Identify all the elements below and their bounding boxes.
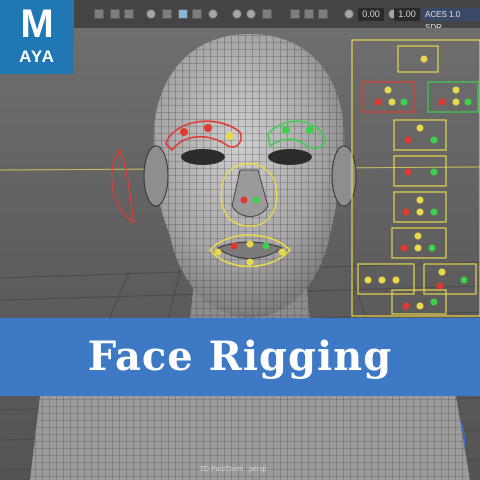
toolbar-icon[interactable] <box>318 9 328 19</box>
exposure-field[interactable]: 0.00 <box>358 8 384 21</box>
logo-word: AYA <box>19 47 55 66</box>
wireframe-icon[interactable] <box>178 9 188 19</box>
ao-icon[interactable] <box>246 9 256 19</box>
toolbar-icon[interactable] <box>290 9 300 19</box>
toolbar-icon[interactable] <box>110 9 120 19</box>
brow-joint <box>180 128 188 136</box>
toolbar-icon[interactable] <box>262 9 272 19</box>
cheek-control <box>110 148 135 224</box>
exposure-icon[interactable] <box>344 9 354 19</box>
grid-icon[interactable] <box>162 9 172 19</box>
mouth-joint <box>214 248 222 256</box>
banner-title: Face Rigging <box>87 333 393 380</box>
title-banner: Face Rigging <box>0 318 480 396</box>
mouth-joint <box>262 242 270 250</box>
control-board-joints <box>364 55 472 310</box>
toolbar-icon[interactable] <box>304 9 314 19</box>
brow-joint <box>282 126 290 134</box>
mouth-joint <box>246 240 254 248</box>
nose-joint <box>240 196 248 204</box>
viewport-hud: 2D Pan/Zoom : persp <box>200 466 267 473</box>
toolbar-icon[interactable] <box>94 9 104 19</box>
color-space-label[interactable]: ACES 1.0 SDR <box>422 8 480 32</box>
mouth-joint <box>230 242 238 250</box>
left-ear <box>143 145 169 207</box>
mouth-joint <box>246 258 254 266</box>
logo-letter: M <box>20 2 54 46</box>
toolbar-icon[interactable] <box>124 9 134 19</box>
3d-viewport[interactable]: 2D Pan/Zoom : persp <box>0 28 480 480</box>
light-icon[interactable] <box>208 9 218 19</box>
brow-joint <box>306 126 314 134</box>
right-eye <box>268 149 312 165</box>
shaded-icon[interactable] <box>192 9 202 19</box>
brow-joint <box>226 132 234 140</box>
control-board <box>351 39 480 317</box>
maya-logo: M AYA <box>0 0 74 74</box>
mouth-joint <box>278 248 286 256</box>
gamma-field[interactable]: 1.00 <box>394 8 420 21</box>
scene-svg <box>0 34 480 480</box>
nose-joint <box>252 196 260 204</box>
shadow-icon[interactable] <box>232 9 242 19</box>
left-eye <box>181 149 225 165</box>
brow-joint <box>204 124 212 132</box>
camera-icon[interactable] <box>146 9 156 19</box>
